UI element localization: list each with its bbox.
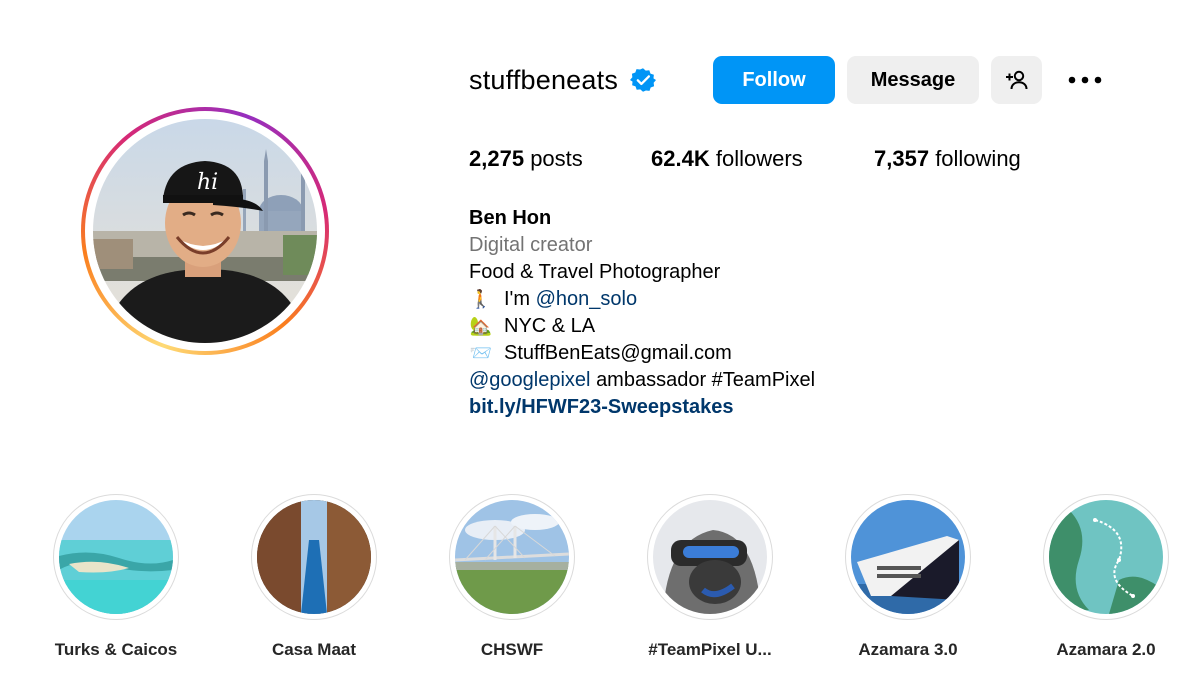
profile-avatar: hi <box>93 119 317 343</box>
story-highlight[interactable]: Azamara 2.0 <box>1043 494 1169 659</box>
house-icon: 🏡 <box>469 316 493 336</box>
more-options-icon <box>1068 76 1102 84</box>
highlight-ring <box>251 494 377 620</box>
highlight-ring <box>449 494 575 620</box>
highlight-ring <box>647 494 773 620</box>
highlight-cover <box>257 500 371 614</box>
posts-stat: 2,275 posts <box>469 146 583 172</box>
highlight-cover <box>851 500 965 614</box>
story-highlight[interactable]: #TeamPixel U... <box>647 494 773 659</box>
bio-line: Food & Travel Photographer <box>469 261 721 283</box>
story-highlight[interactable]: Azamara 3.0 <box>845 494 971 659</box>
following-count: 7,357 <box>874 146 930 171</box>
mention-link[interactable]: @googlepixel <box>469 369 591 391</box>
highlight-label: Casa Maat <box>271 640 357 659</box>
posts-label: posts <box>530 146 583 171</box>
bio-email: StuffBenEats@gmail.com <box>504 342 732 364</box>
profile-name: Ben Hon <box>469 207 552 229</box>
highlight-cover <box>653 500 767 614</box>
highlight-ring <box>845 494 971 620</box>
followers-stat[interactable]: 62.4K followers <box>651 146 803 172</box>
highlight-cover <box>59 500 173 614</box>
bio-line: @googlepixel ambassador #TeamPixel <box>469 367 815 394</box>
highlight-ring <box>53 494 179 620</box>
posts-count: 2,275 <box>469 146 525 171</box>
verified-badge-icon <box>630 68 657 92</box>
walking-person-icon: 🚶 <box>469 289 493 309</box>
bio-line: 🚶 I'm @hon_solo <box>469 286 815 313</box>
highlight-label: Turks & Caicos <box>54 640 178 659</box>
story-highlight[interactable]: Casa Maat <box>251 494 377 659</box>
following-stat[interactable]: 7,357 following <box>874 146 1021 172</box>
following-label: following <box>935 146 1021 171</box>
username-row: stuffbeneats <box>469 56 657 104</box>
highlight-cover <box>1049 500 1163 614</box>
bio-text: ambassador #TeamPixel <box>596 369 816 391</box>
story-highlight[interactable]: Turks & Caicos <box>53 494 179 659</box>
story-highlight[interactable]: CHSWF <box>449 494 575 659</box>
profile-avatar-gap: hi <box>85 111 325 351</box>
bio-external-link[interactable]: bit.ly/HFWF23-Sweepstakes <box>469 394 815 421</box>
profile-bio: Ben Hon Digital creator Food & Travel Ph… <box>469 205 815 421</box>
highlight-cover <box>455 500 569 614</box>
envelope-icon: 📨 <box>469 343 493 363</box>
bio-text: NYC & LA <box>504 315 596 337</box>
mention-link[interactable]: @hon_solo <box>536 288 637 310</box>
followers-label: followers <box>715 146 803 171</box>
bio-text: I'm <box>504 288 531 310</box>
highlight-label: CHSWF <box>480 640 544 659</box>
followers-count: 62.4K <box>651 146 710 171</box>
bio-line: 🏡 NYC & LA <box>469 313 815 340</box>
username: stuffbeneats <box>469 64 619 95</box>
highlight-label: #TeamPixel U... <box>648 640 772 659</box>
bio-line: 📨 StuffBenEats@gmail.com <box>469 340 815 367</box>
highlight-ring <box>1043 494 1169 620</box>
highlight-label: Azamara 2.0 <box>1056 640 1156 659</box>
more-options-button[interactable] <box>1064 64 1106 96</box>
profile-category: Digital creator <box>469 234 593 256</box>
follow-button[interactable]: Follow <box>713 56 835 104</box>
suggest-user-button[interactable] <box>991 56 1042 104</box>
profile-avatar-ring[interactable]: hi <box>81 107 329 355</box>
svg-text:hi: hi <box>197 170 218 195</box>
highlight-label: Azamara 3.0 <box>858 640 958 659</box>
message-button[interactable]: Message <box>847 56 979 104</box>
add-user-icon <box>1005 70 1027 90</box>
